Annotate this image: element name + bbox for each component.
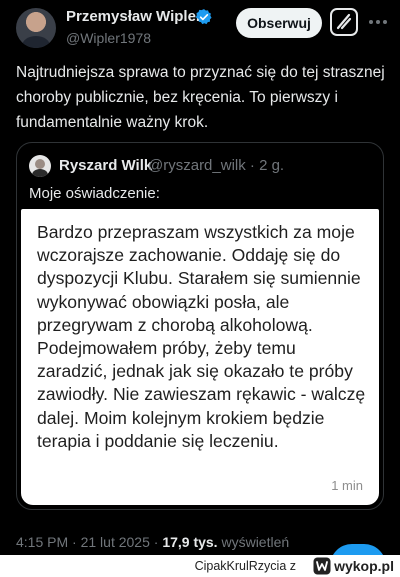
statement-image[interactable]: Bardzo przepraszam wszystkich za moje wc… [21, 209, 379, 505]
author-avatar[interactable] [16, 8, 56, 48]
quoted-tweet[interactable]: Ryszard Wilk @ryszard_wilk · 2 g. Moje o… [16, 142, 384, 510]
post-datetime[interactable]: 4:15 PM · 21 lut 2025 · [16, 534, 162, 550]
post-meta: 4:15 PM · 21 lut 2025 · 17,9 tys. wyświe… [16, 534, 289, 550]
tweet-text: Najtrudniejsza sprawa to przyznać się do… [16, 64, 385, 131]
grok-icon[interactable] [330, 8, 358, 36]
watermark-bar: CipakKrulRzycia z wykop.pl [0, 555, 400, 577]
author-handle[interactable]: @Wipler1978 [66, 30, 151, 46]
views-label: wyświetleń [217, 534, 290, 550]
message-timestamp: 1 min [331, 478, 363, 493]
watermark-user: CipakKrulRzycia z [194, 559, 296, 573]
wykop-logo-icon [313, 557, 331, 575]
follow-button[interactable]: Obserwuj [236, 8, 322, 38]
post: Przemysław Wipler @Wipler1978 Obserwuj N… [0, 0, 400, 566]
more-options-icon[interactable] [366, 12, 390, 32]
quoted-author-avatar [29, 155, 51, 177]
quoted-tweet-text: Moje oświadczenie: [29, 185, 160, 202]
author-name[interactable]: Przemysław Wipler [66, 8, 202, 25]
wykop-logo: wykop.pl [313, 557, 394, 575]
wykop-logo-text: wykop.pl [334, 558, 394, 574]
views-count: 17,9 tys. [162, 534, 218, 550]
quoted-author-handle: @ryszard_wilk · 2 g. [148, 157, 285, 174]
verified-badge-icon [195, 9, 212, 25]
statement-text: Bardzo przepraszam wszystkich za moje wc… [37, 222, 366, 451]
quoted-author-name: Ryszard Wilk [59, 157, 153, 174]
